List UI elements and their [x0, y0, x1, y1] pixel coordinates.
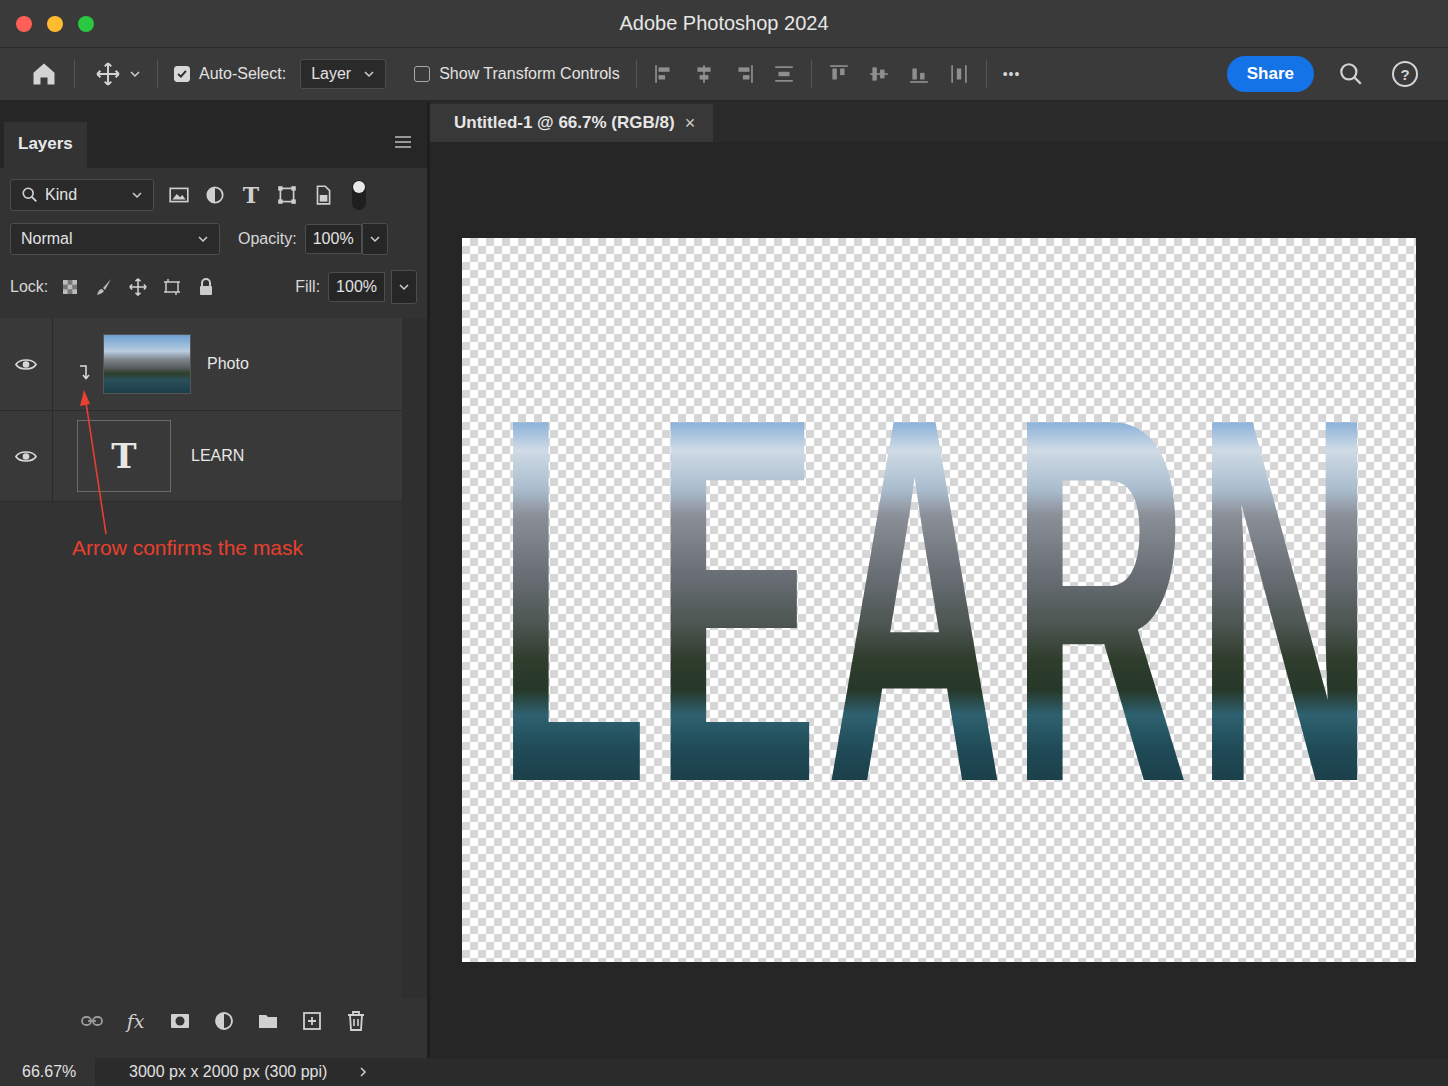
canvas-area: LEARN [430, 142, 1448, 1058]
help-button[interactable]: ? [1392, 61, 1418, 87]
distribute-horizontal-icon[interactable] [948, 63, 970, 85]
trash-icon[interactable] [344, 1009, 368, 1033]
adjustment-layer-icon[interactable] [212, 1009, 236, 1033]
share-button[interactable]: Share [1227, 56, 1314, 92]
lock-all-icon[interactable] [196, 277, 216, 297]
opacity-field[interactable]: 100% [305, 224, 362, 254]
text-layer-thumbnail: T [77, 420, 171, 492]
align-bottom-icon[interactable] [908, 63, 930, 85]
shape-filter-icon[interactable] [276, 184, 298, 206]
align-left-icon[interactable] [653, 63, 675, 85]
layers-panel-footer: fx [0, 998, 427, 1058]
layer-name[interactable]: Photo [207, 355, 249, 373]
align-center-icon[interactable] [693, 63, 715, 85]
layer-row[interactable]: T LEARN [0, 411, 402, 502]
lock-position-icon[interactable] [128, 277, 148, 297]
filter-kind-dropdown[interactable]: Kind [10, 179, 154, 211]
chevron-down-icon [369, 233, 381, 245]
document-tab[interactable]: Untitled-1 @ 66.7% (RGB/8)× [430, 104, 713, 142]
chevron-down-icon [363, 68, 375, 80]
annotation-arrow-icon [0, 318, 140, 558]
adjustment-filter-icon[interactable] [204, 184, 226, 206]
align-right-icon[interactable] [733, 63, 755, 85]
annotation-label: Arrow confirms the mask [72, 536, 303, 560]
eye-icon[interactable] [15, 357, 37, 372]
home-icon[interactable] [30, 60, 58, 88]
lock-artboard-icon[interactable] [162, 277, 182, 297]
new-layer-icon[interactable] [300, 1009, 324, 1033]
type-filter-button[interactable]: T [240, 182, 262, 208]
title-bar: Adobe Photoshop 2024 [0, 0, 1448, 48]
pixel-filter-icon[interactable] [168, 184, 190, 206]
add-mask-icon[interactable] [168, 1009, 192, 1033]
options-bar: Auto-Select: Layer Show Transform Controls… [0, 48, 1448, 102]
lock-pixels-icon[interactable] [94, 277, 114, 297]
show-transform-controls-checkbox[interactable]: Show Transform Controls [414, 65, 620, 83]
zoom-light[interactable] [78, 16, 94, 32]
clipped-photo-text[interactable]: LEARN [497, 340, 1381, 860]
auto-select-checkbox[interactable]: Auto-Select: [174, 65, 286, 83]
photo-thumbnail [103, 334, 191, 394]
search-icon[interactable] [1338, 61, 1364, 87]
auto-select-target-dropdown[interactable]: Layer [300, 59, 386, 89]
filter-toggle[interactable] [352, 180, 366, 210]
close-light[interactable] [16, 16, 32, 32]
minimize-light[interactable] [47, 16, 63, 32]
chevron-right-icon[interactable] [357, 1066, 369, 1078]
layer-row[interactable]: Photo [0, 318, 402, 411]
layer-name[interactable]: LEARN [191, 447, 244, 465]
opacity-label: Opacity: [238, 230, 297, 248]
eye-icon[interactable] [15, 449, 37, 464]
opacity-dropdown[interactable] [362, 223, 388, 255]
distribute-vertical-icon[interactable] [773, 63, 795, 85]
group-folder-icon[interactable] [256, 1009, 280, 1033]
smart-object-filter-icon[interactable] [312, 184, 334, 206]
align-middle-icon[interactable] [868, 63, 890, 85]
status-bar: 66.67% 3000 px x 2000 px (300 ppi) [0, 1058, 1448, 1086]
clipping-mask-arrow-icon [77, 363, 91, 381]
align-top-icon[interactable] [828, 63, 850, 85]
blend-mode-dropdown[interactable]: Normal [10, 223, 220, 255]
close-tab-button[interactable]: × [685, 113, 696, 134]
tool-preset-chevron-icon[interactable] [129, 68, 141, 80]
layers-tab[interactable]: Layers [4, 122, 87, 168]
document-size: 3000 px x 2000 px (300 ppi) [129, 1063, 327, 1081]
checkmark-icon [175, 67, 189, 81]
panel-menu-icon[interactable] [393, 132, 413, 152]
canvas[interactable]: LEARN [462, 238, 1416, 962]
photoshop-window: Adobe Photoshop 2024 Auto-Select: Layer Sho… [0, 0, 1448, 1086]
lock-label: Lock: [10, 278, 48, 296]
chevron-down-icon [131, 189, 143, 201]
fill-field[interactable]: 100% [328, 272, 385, 302]
document-area: Untitled-1 @ 66.7% (RGB/8)× LEARN [430, 102, 1448, 1058]
chevron-down-icon [398, 281, 410, 293]
link-layers-icon[interactable] [80, 1009, 104, 1033]
layers-panel: Layers Kind T Normal Opacity: 100% Lock: Fill: 1… [0, 102, 430, 1058]
more-options-button[interactable]: ••• [1003, 66, 1021, 82]
layers-scrollbar[interactable] [402, 318, 427, 998]
layers-list: Photo T LEARN Arrow confirms the mask [0, 318, 402, 998]
chevron-down-icon [197, 233, 209, 245]
fill-label: Fill: [295, 278, 320, 296]
search-icon [21, 186, 39, 204]
lock-transparency-icon[interactable] [60, 277, 80, 297]
zoom-level[interactable]: 66.67% [0, 1058, 95, 1086]
layer-style-button[interactable]: fx [124, 1010, 148, 1032]
move-tool-icon[interactable] [95, 61, 121, 87]
fill-dropdown[interactable] [391, 270, 417, 304]
window-title: Adobe Photoshop 2024 [120, 12, 1328, 35]
